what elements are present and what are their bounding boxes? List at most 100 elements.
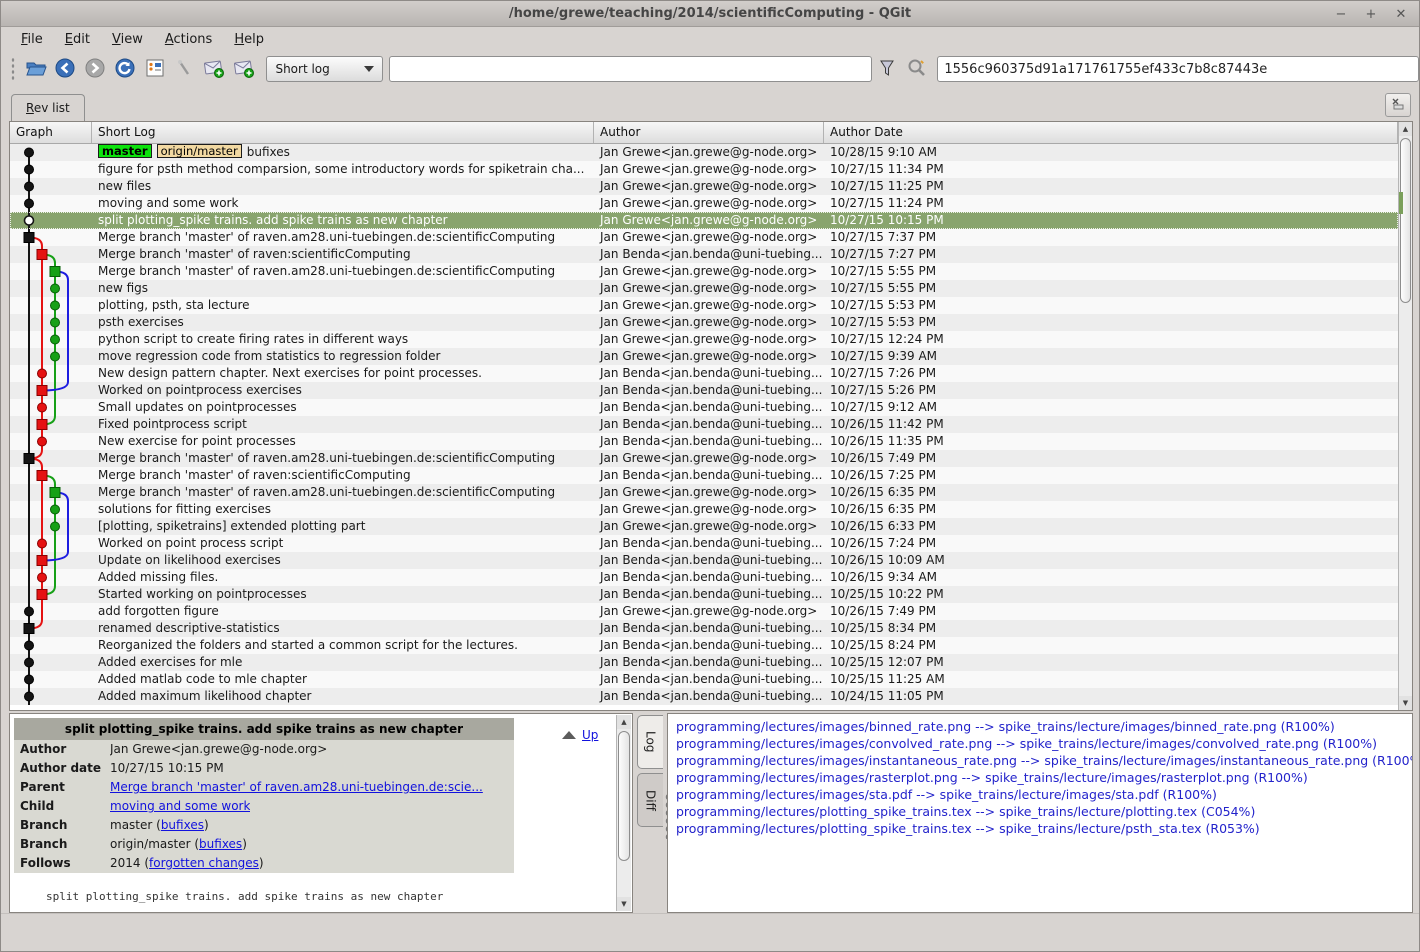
file-change-item[interactable]: programming/lectures/images/binned_rate.… xyxy=(676,718,1412,735)
open-repository-button[interactable] xyxy=(22,55,50,83)
file-change-item[interactable]: programming/lectures/images/convolved_ra… xyxy=(676,735,1412,752)
commit-row[interactable]: moving and some workJan Grewe<jan.grewe@… xyxy=(10,195,1398,212)
commit-row[interactable]: Small updates on pointprocessesJan Benda… xyxy=(10,399,1398,416)
file-change-item[interactable]: programming/lectures/images/instantaneou… xyxy=(676,752,1412,769)
commit-row[interactable]: New design pattern chapter. Next exercis… xyxy=(10,365,1398,382)
commit-row[interactable]: Reorganized the folders and started a co… xyxy=(10,637,1398,654)
commit-subject: new figs xyxy=(98,281,148,295)
details-scrollbar[interactable]: ▲ ▼ xyxy=(616,715,631,911)
table-body: masterorigin/masterbufixesJan Grewe<jan.… xyxy=(10,144,1398,710)
commit-row[interactable]: Merge branch 'master' of raven.am28.uni-… xyxy=(10,484,1398,501)
column-header-author-date[interactable]: Author Date xyxy=(824,122,1398,143)
commit-subject: Added missing files. xyxy=(98,570,218,584)
detail-link[interactable]: forgotten changes xyxy=(149,856,259,870)
commit-row[interactable]: renamed descriptive-statisticsJan Benda<… xyxy=(10,620,1398,637)
menu-view[interactable]: View xyxy=(102,29,153,50)
menu-actions[interactable]: Actions xyxy=(155,29,223,50)
commit-row[interactable]: split plotting_spike trains. add spike t… xyxy=(10,212,1398,229)
commit-row[interactable]: solutions for fitting exercisesJan Grewe… xyxy=(10,501,1398,518)
commit-graph xyxy=(10,280,92,297)
commit-row[interactable]: psth exercisesJan Grewe<jan.grewe@g-node… xyxy=(10,314,1398,331)
scrollbar-thumb[interactable] xyxy=(1400,138,1411,303)
commit-row[interactable]: move regression code from statistics to … xyxy=(10,348,1398,365)
commit-row[interactable]: new filesJan Grewe<jan.grewe@g-node.org>… xyxy=(10,178,1398,195)
forward-button[interactable] xyxy=(81,55,109,83)
commit-subject: figure for psth method comparsion, some … xyxy=(98,162,584,176)
commit-date: 10/27/15 11:24 PM xyxy=(824,195,1398,212)
commit-row[interactable]: Added exercises for mleJan Benda<jan.ben… xyxy=(10,654,1398,671)
file-change-item[interactable]: programming/lectures/images/sta.pdf --> … xyxy=(676,786,1412,803)
menu-file[interactable]: File xyxy=(11,29,53,50)
up-arrow-icon xyxy=(562,731,576,739)
maximize-button[interactable]: + xyxy=(1363,7,1379,22)
details-scroll-up[interactable]: ▲ xyxy=(617,715,631,729)
commit-row[interactable]: Merge branch 'master' of raven:scientifi… xyxy=(10,246,1398,263)
commit-row[interactable]: figure for psth method comparsion, some … xyxy=(10,161,1398,178)
detail-link[interactable]: moving and some work xyxy=(110,799,250,813)
detail-link[interactable]: Merge branch 'master' of raven.am28.uni-… xyxy=(110,780,483,794)
commit-row[interactable]: [plotting, spiketrains] extended plottin… xyxy=(10,518,1398,535)
minimize-button[interactable]: − xyxy=(1333,7,1349,22)
commit-row[interactable]: Worked on pointprocess exercisesJan Bend… xyxy=(10,382,1398,399)
wand-button[interactable] xyxy=(170,55,198,83)
rev-list-scrollbar[interactable]: ▲ ▼ xyxy=(1398,122,1412,710)
commit-row[interactable]: New exercise for point processesJan Bend… xyxy=(10,433,1398,450)
commit-row[interactable]: Merge branch 'master' of raven.am28.uni-… xyxy=(10,229,1398,246)
scroll-up-arrow[interactable]: ▲ xyxy=(1399,122,1412,136)
commit-graph xyxy=(10,552,92,569)
commit-row[interactable]: plotting, psth, sta lectureJan Grewe<jan… xyxy=(10,297,1398,314)
commit-author: Jan Grewe<jan.grewe@g-node.org> xyxy=(594,161,824,178)
log-view-select[interactable]: Short log xyxy=(266,56,383,82)
commit-row[interactable]: Merge branch 'master' of raven.am28.uni-… xyxy=(10,450,1398,467)
view-revisions-button[interactable] xyxy=(141,55,169,83)
column-header-author[interactable]: Author xyxy=(594,122,824,143)
apply-patch-button[interactable] xyxy=(230,55,258,83)
commit-row[interactable]: add forgotten figureJan Grewe<jan.grewe@… xyxy=(10,603,1398,620)
close-tab-button[interactable] xyxy=(1385,93,1411,117)
commit-row[interactable]: python script to create firing rates in … xyxy=(10,331,1398,348)
highlight-button[interactable] xyxy=(903,55,931,83)
save-patch-button[interactable] xyxy=(200,55,228,83)
details-scroll-down[interactable]: ▼ xyxy=(617,897,631,911)
commit-row[interactable]: Merge branch 'master' of raven:scientifi… xyxy=(10,467,1398,484)
menu-edit[interactable]: Edit xyxy=(55,29,100,50)
sha-input[interactable] xyxy=(937,56,1419,82)
search-input[interactable] xyxy=(389,56,872,82)
commit-row[interactable]: new figsJan Grewe<jan.grewe@g-node.org>1… xyxy=(10,280,1398,297)
detail-link[interactable]: bufixes xyxy=(199,837,242,851)
commit-row[interactable]: Added matlab code to mle chapterJan Bend… xyxy=(10,671,1398,688)
commit-row[interactable]: Started working on pointprocessesJan Ben… xyxy=(10,586,1398,603)
commit-graph xyxy=(10,433,92,450)
commit-row[interactable]: masterorigin/masterbufixesJan Grewe<jan.… xyxy=(10,144,1398,161)
refresh-button[interactable] xyxy=(111,55,139,83)
commit-row[interactable]: Added maximum likelihood chapterJan Bend… xyxy=(10,688,1398,705)
filter-button[interactable] xyxy=(873,55,901,83)
column-header-short-log[interactable]: Short Log xyxy=(92,122,594,143)
commit-row[interactable]: Added missing files.Jan Benda<jan.benda@… xyxy=(10,569,1398,586)
scroll-down-arrow[interactable]: ▼ xyxy=(1399,696,1412,710)
commit-row[interactable]: Update on likelihood exercisesJan Benda<… xyxy=(10,552,1398,569)
detail-link[interactable]: bufixes xyxy=(161,818,204,832)
tab-rev-list[interactable]: Rev list xyxy=(11,94,85,121)
log-diff-tabs: Log Diff xyxy=(633,713,667,913)
file-change-item[interactable]: programming/lectures/plotting_spike_trai… xyxy=(676,820,1412,837)
tab-diff[interactable]: Diff xyxy=(637,773,663,827)
tab-log[interactable]: Log xyxy=(637,715,663,769)
toolbar-drag-handle[interactable] xyxy=(11,57,15,81)
menu-help[interactable]: Help xyxy=(224,29,274,50)
file-change-item[interactable]: programming/lectures/plotting_spike_trai… xyxy=(676,803,1412,820)
close-button[interactable]: ✕ xyxy=(1393,7,1409,22)
commit-row[interactable]: Worked on point process scriptJan Benda<… xyxy=(10,535,1398,552)
commit-graph xyxy=(10,246,92,263)
details-scrollbar-thumb[interactable] xyxy=(618,731,630,861)
commit-row[interactable]: Fixed pointprocess scriptJan Benda<jan.b… xyxy=(10,416,1398,433)
up-link[interactable]: Up xyxy=(582,728,598,742)
commit-row[interactable]: Merge branch 'master' of raven.am28.uni-… xyxy=(10,263,1398,280)
back-button[interactable] xyxy=(52,55,80,83)
column-header-graph[interactable]: Graph xyxy=(10,122,92,143)
commit-date: 10/27/15 7:26 PM xyxy=(824,365,1398,382)
file-change-item[interactable]: programming/lectures/images/rasterplot.p… xyxy=(676,769,1412,786)
commit-subject: python script to create firing rates in … xyxy=(98,332,408,346)
commit-author: Jan Grewe<jan.grewe@g-node.org> xyxy=(594,450,824,467)
detail-row: Branchorigin/master (bufixes) xyxy=(14,835,514,854)
